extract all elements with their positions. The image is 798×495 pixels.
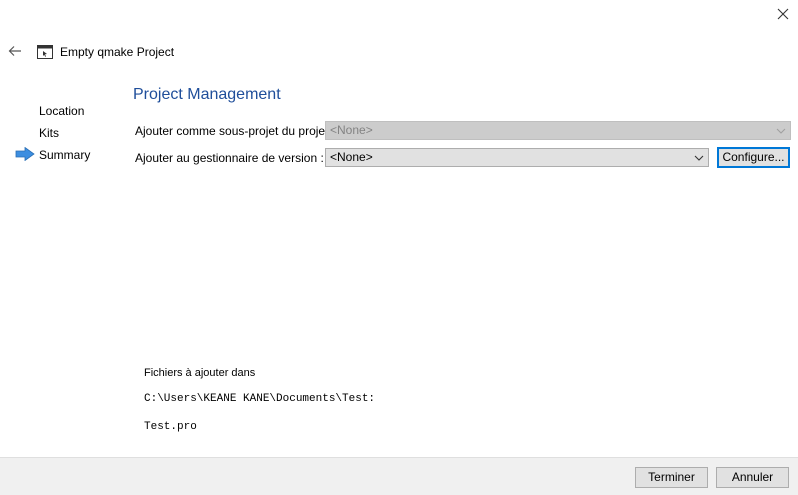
add-subproject-label: Ajouter comme sous-projet du projet : (135, 124, 336, 138)
close-button[interactable] (770, 2, 796, 26)
file-list-item: Test.pro (144, 421, 197, 433)
chevron-down-icon (694, 155, 704, 161)
back-button[interactable] (4, 41, 26, 61)
step-summary: Summary (15, 147, 115, 169)
add-vcs-label: Ajouter au gestionnaire de version : (135, 151, 324, 165)
add-vcs-combo[interactable]: <None> (325, 148, 709, 167)
step-label: Location (39, 104, 85, 118)
combo-value: <None> (330, 123, 373, 137)
cancel-button[interactable]: Annuler (716, 467, 789, 488)
close-icon (777, 8, 789, 20)
page-title: Project Management (133, 86, 281, 103)
finish-button[interactable]: Terminer (635, 467, 708, 488)
configure-button[interactable]: Configure... (717, 147, 790, 168)
qt-project-icon (37, 45, 53, 59)
step-kits: Kits (15, 125, 115, 147)
files-heading: Fichiers à ajouter dans (144, 367, 256, 379)
wizard-steps: Location Kits Summary (15, 103, 115, 169)
footer: Terminer Annuler (0, 457, 798, 495)
files-path: C:\Users\KEANE KANE\Documents\Test: (144, 393, 376, 405)
combo-value: <None> (330, 150, 373, 164)
arrow-right-icon (15, 147, 35, 161)
back-arrow-icon (8, 46, 21, 56)
step-label: Summary (39, 148, 91, 162)
chevron-down-icon (776, 128, 786, 134)
wizard-title: Empty qmake Project (60, 45, 175, 59)
new-project-wizard: Empty qmake Project Location Kits Summar… (0, 0, 798, 495)
step-location: Location (15, 103, 115, 125)
add-subproject-combo: <None> (325, 121, 791, 140)
step-label: Kits (39, 126, 60, 140)
